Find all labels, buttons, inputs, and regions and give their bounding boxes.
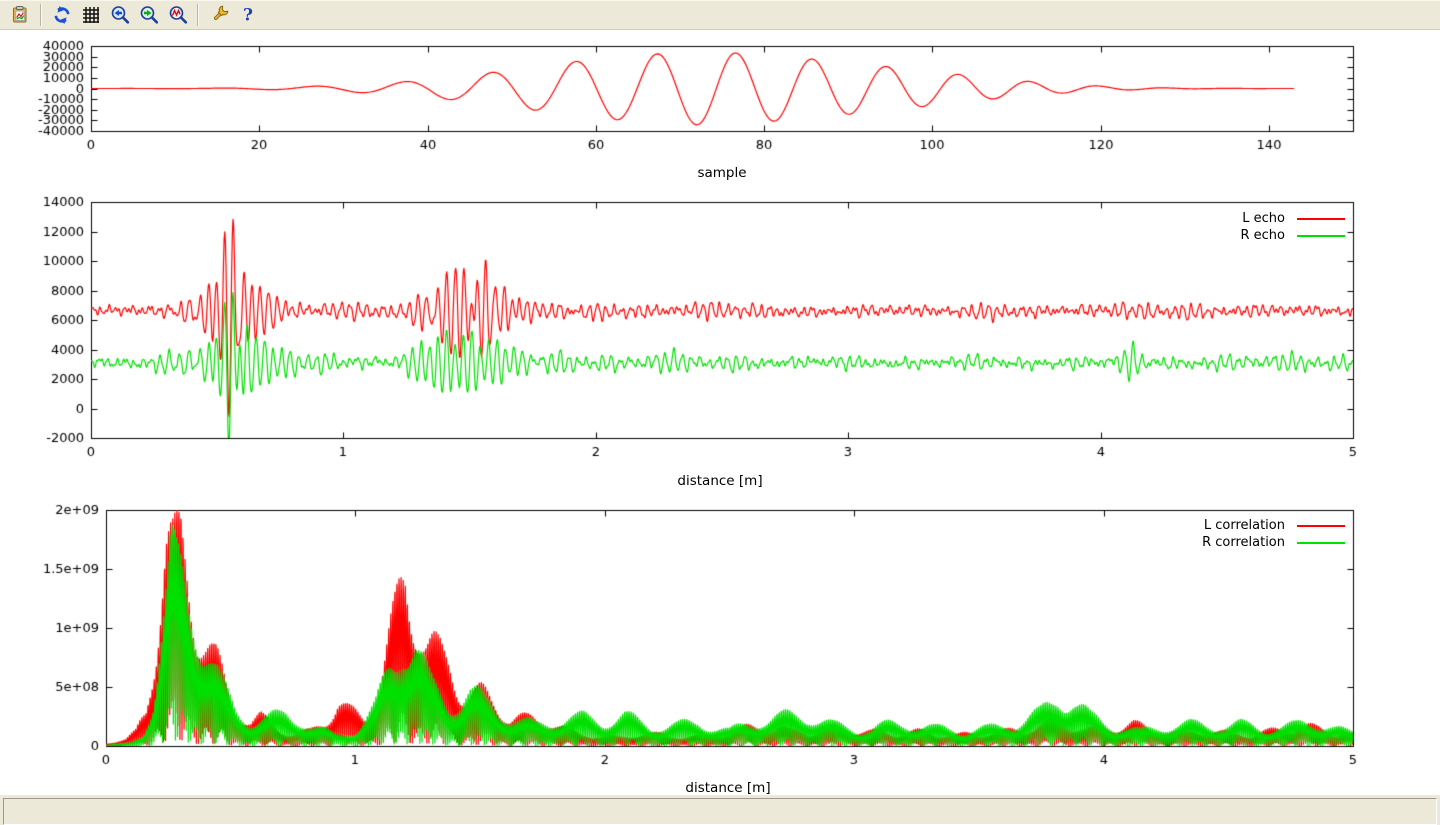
chart2-xlabel: distance [m] — [677, 473, 762, 489]
legend-entry: L echo — [1240, 210, 1345, 227]
autoscale-button[interactable] — [164, 2, 191, 28]
magnifier-plot-icon — [168, 5, 188, 25]
status-text — [3, 798, 1437, 825]
question-mark-icon: ? — [238, 5, 258, 25]
chart3-plot-area[interactable] — [106, 510, 1353, 746]
legend-line-sample — [1297, 218, 1345, 220]
svg-text:?: ? — [243, 6, 253, 26]
legend-entry: L correlation — [1202, 517, 1345, 534]
chart1-xlabel: sample — [697, 165, 746, 181]
chart3-xlabel: distance [m] — [685, 780, 770, 796]
gnuplot-window: ? sample distance [m] distance [m] L ech… — [0, 0, 1440, 825]
toolbar-separator — [197, 4, 199, 26]
plot-canvas-region: sample distance [m] distance [m] L echo … — [0, 31, 1440, 795]
legend-label: L correlation — [1204, 518, 1285, 533]
toolbar-separator — [40, 4, 42, 26]
zoom-next-button[interactable] — [135, 2, 162, 28]
magnifier-right-arrow-icon — [139, 5, 159, 25]
wrench-icon — [209, 5, 229, 25]
chart2-plot-area[interactable] — [91, 202, 1353, 438]
help-button[interactable]: ? — [234, 2, 261, 28]
legend-line-sample — [1297, 525, 1345, 527]
clipboard-icon — [11, 5, 31, 25]
toggle-grid-button[interactable] — [77, 2, 104, 28]
legend-line-sample — [1297, 542, 1345, 544]
grid-icon — [81, 5, 101, 25]
magnifier-left-arrow-icon — [110, 5, 130, 25]
configure-button[interactable] — [205, 2, 232, 28]
zoom-previous-button[interactable] — [106, 2, 133, 28]
copy-to-clipboard-button[interactable] — [7, 2, 34, 28]
legend-label: L echo — [1242, 211, 1285, 226]
status-bar — [0, 795, 1440, 825]
legend-line-sample — [1297, 235, 1345, 237]
chart2-legend: L echo R echo — [1240, 210, 1345, 244]
legend-entry: R echo — [1240, 227, 1345, 244]
replot-button[interactable] — [48, 2, 75, 28]
toolbar: ? — [0, 0, 1440, 30]
legend-label: R correlation — [1202, 535, 1285, 550]
chart1-plot-area[interactable] — [91, 46, 1353, 131]
legend-entry: R correlation — [1202, 534, 1345, 551]
legend-label: R echo — [1240, 228, 1285, 243]
chart3-legend: L correlation R correlation — [1202, 517, 1345, 551]
refresh-icon — [52, 5, 72, 25]
